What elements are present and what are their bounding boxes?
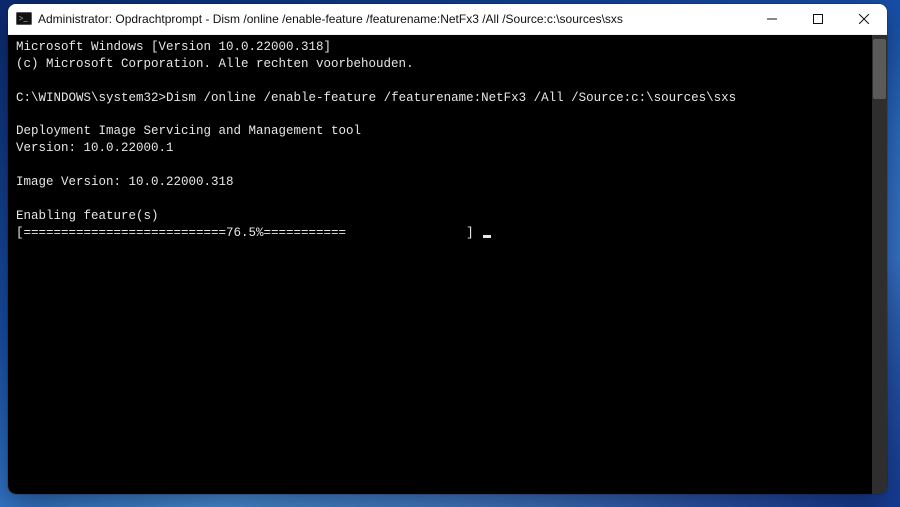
progress-bar-line: [===========================76.5%=======…	[16, 226, 481, 240]
text-cursor	[483, 235, 491, 238]
dism-version-line: Version: 10.0.22000.1	[16, 141, 174, 155]
window-controls	[749, 4, 887, 34]
window-title: Administrator: Opdrachtprompt - Dism /on…	[38, 12, 749, 26]
minimize-button[interactable]	[749, 4, 795, 34]
os-version-line: Microsoft Windows [Version 10.0.22000.31…	[16, 40, 331, 54]
svg-text:>_: >_	[19, 14, 29, 23]
command-prompt-window: >_ Administrator: Opdrachtprompt - Dism …	[8, 4, 887, 494]
copyright-line: (c) Microsoft Corporation. Alle rechten …	[16, 57, 414, 71]
command-text: Dism /online /enable-feature /featurenam…	[166, 91, 736, 105]
image-version-line: Image Version: 10.0.22000.318	[16, 175, 234, 189]
close-button[interactable]	[841, 4, 887, 34]
titlebar[interactable]: >_ Administrator: Opdrachtprompt - Dism …	[8, 4, 887, 35]
cmd-icon: >_	[16, 11, 32, 27]
scrollbar-thumb[interactable]	[873, 39, 886, 99]
enabling-line: Enabling feature(s)	[16, 209, 159, 223]
maximize-button[interactable]	[795, 4, 841, 34]
prompt-path: C:\WINDOWS\system32>	[16, 91, 166, 105]
vertical-scrollbar[interactable]	[872, 35, 887, 494]
dism-tool-line: Deployment Image Servicing and Managemen…	[16, 124, 361, 138]
terminal-output[interactable]: Microsoft Windows [Version 10.0.22000.31…	[8, 35, 887, 494]
